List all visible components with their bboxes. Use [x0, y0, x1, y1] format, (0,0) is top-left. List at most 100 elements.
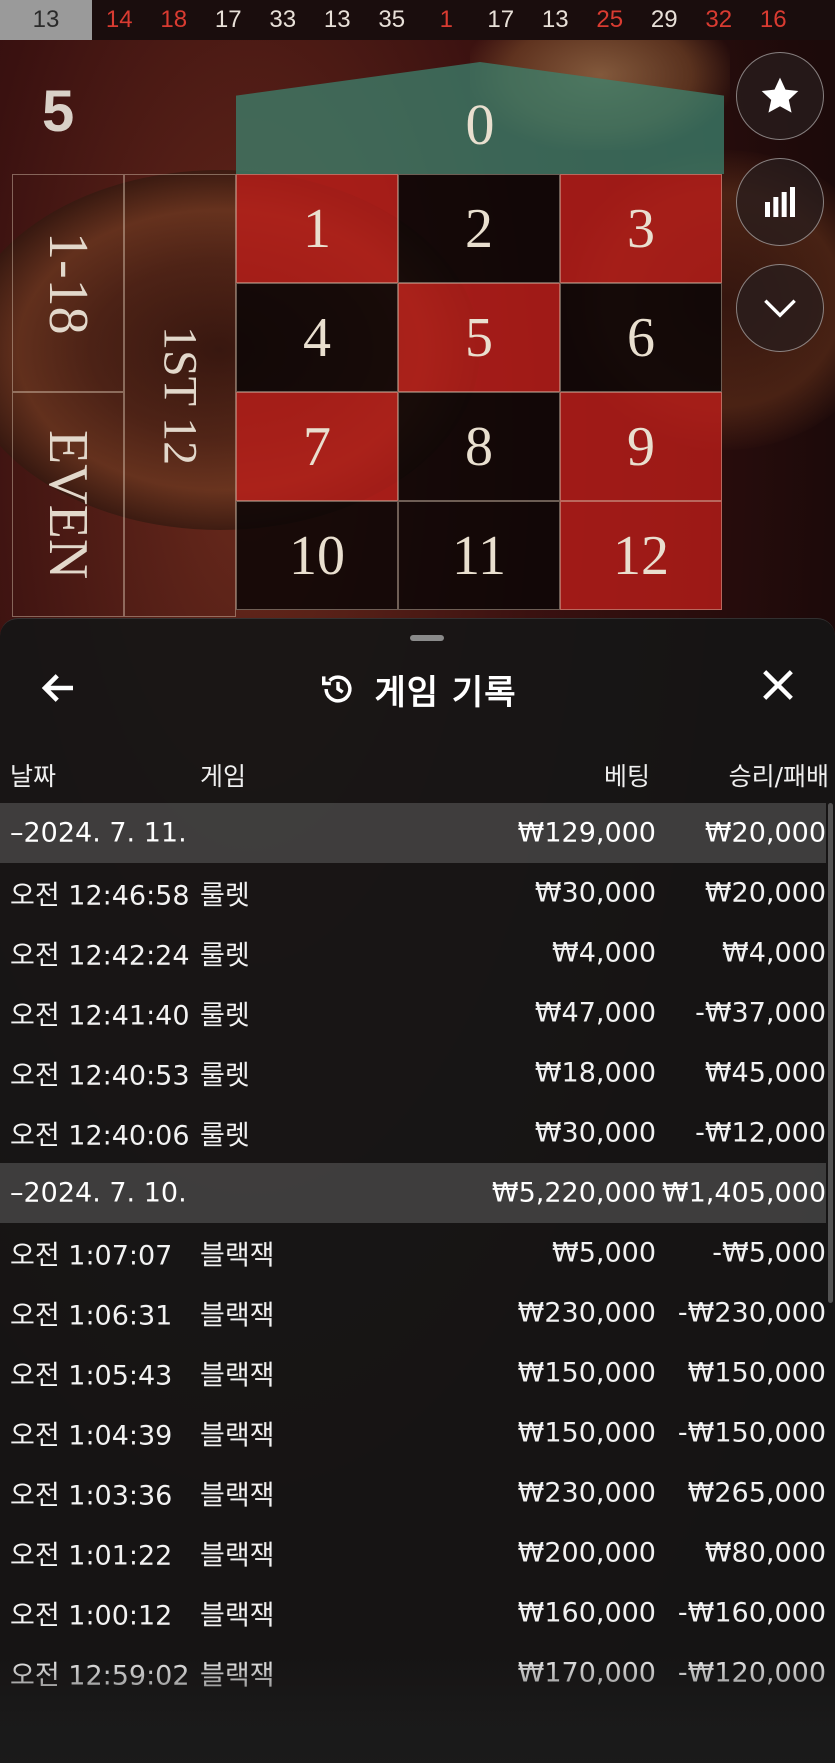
history-result-6: 35 — [378, 6, 406, 33]
row-win-loss: -₩160,000 — [677, 1597, 826, 1629]
close-icon[interactable] — [758, 665, 798, 705]
row-win-loss: ₩150,000 — [687, 1357, 826, 1389]
row-win-loss: -₩230,000 — [677, 1297, 826, 1329]
row-bet: ₩200,000 — [517, 1537, 656, 1569]
history-row[interactable]: 오전 1:01:22 블랙잭 ₩200,000 ₩80,000 — [0, 1523, 826, 1583]
row-bet: ₩160,000 — [517, 1597, 656, 1629]
date-group-header[interactable]: –2024. 7. 11. ₩129,000 ₩20,000 — [0, 803, 826, 863]
history-result-11: 29 — [650, 6, 678, 33]
bet-cell-number[interactable]: 8 — [398, 392, 560, 501]
sheet-drag-handle[interactable] — [410, 635, 444, 641]
low-label: 1-18 — [37, 231, 99, 335]
row-time: 오전 1:07:07 — [10, 1240, 173, 1272]
row-game: 블랙잭 — [200, 1240, 275, 1272]
row-win-loss: -₩120,000 — [677, 1657, 826, 1689]
row-time: 오전 12:41:40 — [10, 1000, 190, 1032]
history-row[interactable]: 오전 12:46:58 룰렛 ₩30,000 ₩20,000 — [0, 863, 826, 923]
row-game: 블랙잭 — [200, 1480, 275, 1512]
row-win-loss: ₩20,000 — [704, 877, 826, 909]
row-time: 오전 1:05:43 — [10, 1360, 173, 1392]
history-result-5: 13 — [323, 6, 351, 33]
row-time: 오전 12:42:24 — [10, 940, 190, 972]
history-list: –2024. 7. 11. ₩129,000 ₩20,000 오전 12:46:58 룰… — [0, 803, 826, 1703]
row-bet: ₩230,000 — [517, 1297, 656, 1329]
row-bet: ₩30,000 — [534, 1117, 656, 1149]
row-win-loss: -₩37,000 — [695, 997, 826, 1029]
row-bet: ₩30,000 — [534, 877, 656, 909]
row-game: 룰렛 — [200, 940, 250, 972]
row-bet: ₩150,000 — [517, 1417, 656, 1449]
row-time: 오전 1:04:39 — [10, 1420, 173, 1452]
bet-cell-number[interactable]: 10 — [236, 501, 398, 610]
row-game: 룰렛 — [200, 1120, 250, 1152]
last-result-number: 5 — [42, 79, 75, 144]
history-row[interactable]: 오전 1:04:39 블랙잭 ₩150,000 -₩150,000 — [0, 1403, 826, 1463]
bet-low-1-18[interactable]: 1-18 — [12, 174, 124, 392]
history-row[interactable]: 오전 1:07:07 블랙잭 ₩5,000 -₩5,000 — [0, 1223, 826, 1283]
scrollbar[interactable] — [828, 803, 833, 1303]
bet-cell-number[interactable]: 6 — [560, 283, 722, 392]
bet-cell-number[interactable]: 3 — [560, 174, 722, 283]
history-result-3: 17 — [214, 6, 242, 33]
row-game: 블랙잭 — [200, 1540, 275, 1572]
bet-cell-number[interactable]: 5 — [398, 283, 560, 392]
row-time: 오전 1:03:36 — [10, 1480, 173, 1512]
history-row[interactable]: 오전 12:40:53 룰렛 ₩18,000 ₩45,000 — [0, 1043, 826, 1103]
row-game: 블랙잭 — [200, 1600, 275, 1632]
even-label: EVEN — [37, 429, 99, 580]
bet-dozen-first[interactable]: 1ST 12 — [124, 174, 236, 617]
bet-cell-number[interactable]: 12 — [560, 501, 722, 610]
date-group-header[interactable]: –2024. 7. 10. ₩5,220,000 ₩1,405,000 — [0, 1163, 826, 1223]
collapse-button[interactable] — [736, 264, 824, 352]
row-bet: ₩230,000 — [517, 1477, 656, 1509]
row-win-loss: ₩80,000 — [704, 1537, 826, 1569]
row-win-loss: ₩4,000 — [722, 937, 826, 969]
stats-icon — [765, 187, 795, 217]
column-win-loss: 승리/패배 — [728, 762, 829, 791]
bet-cell-number[interactable]: 7 — [236, 392, 398, 501]
bet-cell-number[interactable]: 1 — [236, 174, 398, 283]
row-bet: ₩150,000 — [517, 1357, 656, 1389]
row-bet: ₩5,000 — [552, 1237, 656, 1269]
bet-cell-number[interactable]: 2 — [398, 174, 560, 283]
row-game: 블랙잭 — [200, 1300, 275, 1332]
game-history-sheet: 게임 기록 날짜 게임 베팅 승리/패배 –2024. 7. 11. ₩129,0… — [0, 618, 835, 1763]
row-time: 오전 1:01:22 — [10, 1540, 173, 1572]
group-win-total: ₩1,405,000 — [661, 1177, 826, 1209]
row-bet: ₩4,000 — [552, 937, 656, 969]
history-result-0: 13 — [0, 0, 92, 40]
row-time: 오전 1:00:12 — [10, 1600, 173, 1632]
history-row[interactable]: 오전 1:03:36 블랙잭 ₩230,000 ₩265,000 — [0, 1463, 826, 1523]
row-win-loss: ₩45,000 — [704, 1057, 826, 1089]
history-row[interactable]: 오전 12:40:06 룰렛 ₩30,000 -₩12,000 — [0, 1103, 826, 1163]
back-arrow-icon[interactable] — [38, 667, 80, 709]
history-result-2: 18 — [160, 6, 188, 33]
bet-even[interactable]: EVEN — [12, 392, 124, 617]
row-game: 룰렛 — [200, 1000, 250, 1032]
row-win-loss: -₩12,000 — [695, 1117, 826, 1149]
row-time: 오전 12:59:02 — [10, 1660, 190, 1692]
row-time: 오전 1:06:31 — [10, 1300, 173, 1332]
history-row[interactable]: 오전 1:05:43 블랙잭 ₩150,000 ₩150,000 — [0, 1343, 826, 1403]
sheet-header: 게임 기록 — [0, 649, 835, 729]
result-history-strip: 13 14 18 17 33 13 35 1 17 13 25 29 32 16 — [0, 0, 835, 40]
star-icon — [761, 77, 799, 113]
row-bet: ₩47,000 — [534, 997, 656, 1029]
row-game: 룰렛 — [200, 880, 250, 912]
history-row[interactable]: 오전 1:06:31 블랙잭 ₩230,000 -₩230,000 — [0, 1283, 826, 1343]
group-date: –2024. 7. 10. — [10, 1177, 187, 1209]
group-bet-total: ₩5,220,000 — [491, 1177, 656, 1209]
history-row[interactable]: 오전 12:42:24 룰렛 ₩4,000 ₩4,000 — [0, 923, 826, 983]
history-result-7: 1 — [439, 6, 453, 33]
history-row[interactable]: 오전 12:41:40 룰렛 ₩47,000 -₩37,000 — [0, 983, 826, 1043]
row-win-loss: -₩150,000 — [677, 1417, 826, 1449]
history-clock-icon — [321, 675, 352, 703]
title-group: 게임 기록 — [0, 649, 835, 729]
bet-cell-number[interactable]: 9 — [560, 392, 722, 501]
favorite-button[interactable] — [736, 52, 824, 140]
history-row[interactable]: 오전 12:59:02 블랙잭 ₩170,000 -₩120,000 — [0, 1643, 826, 1703]
statistics-button[interactable] — [736, 158, 824, 246]
history-row[interactable]: 오전 1:00:12 블랙잭 ₩160,000 -₩160,000 — [0, 1583, 826, 1643]
bet-cell-number[interactable]: 11 — [398, 501, 560, 610]
bet-cell-number[interactable]: 4 — [236, 283, 398, 392]
